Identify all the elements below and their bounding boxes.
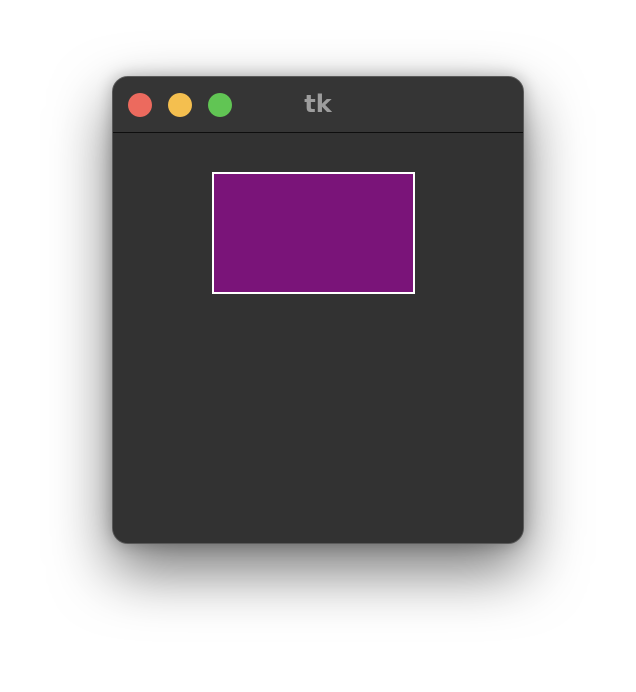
tk-window: tk	[112, 76, 524, 544]
canvas[interactable]	[113, 133, 523, 543]
purple-rectangle	[212, 172, 415, 294]
title-bar[interactable]: tk	[113, 77, 523, 133]
window-title: tk	[304, 90, 332, 118]
